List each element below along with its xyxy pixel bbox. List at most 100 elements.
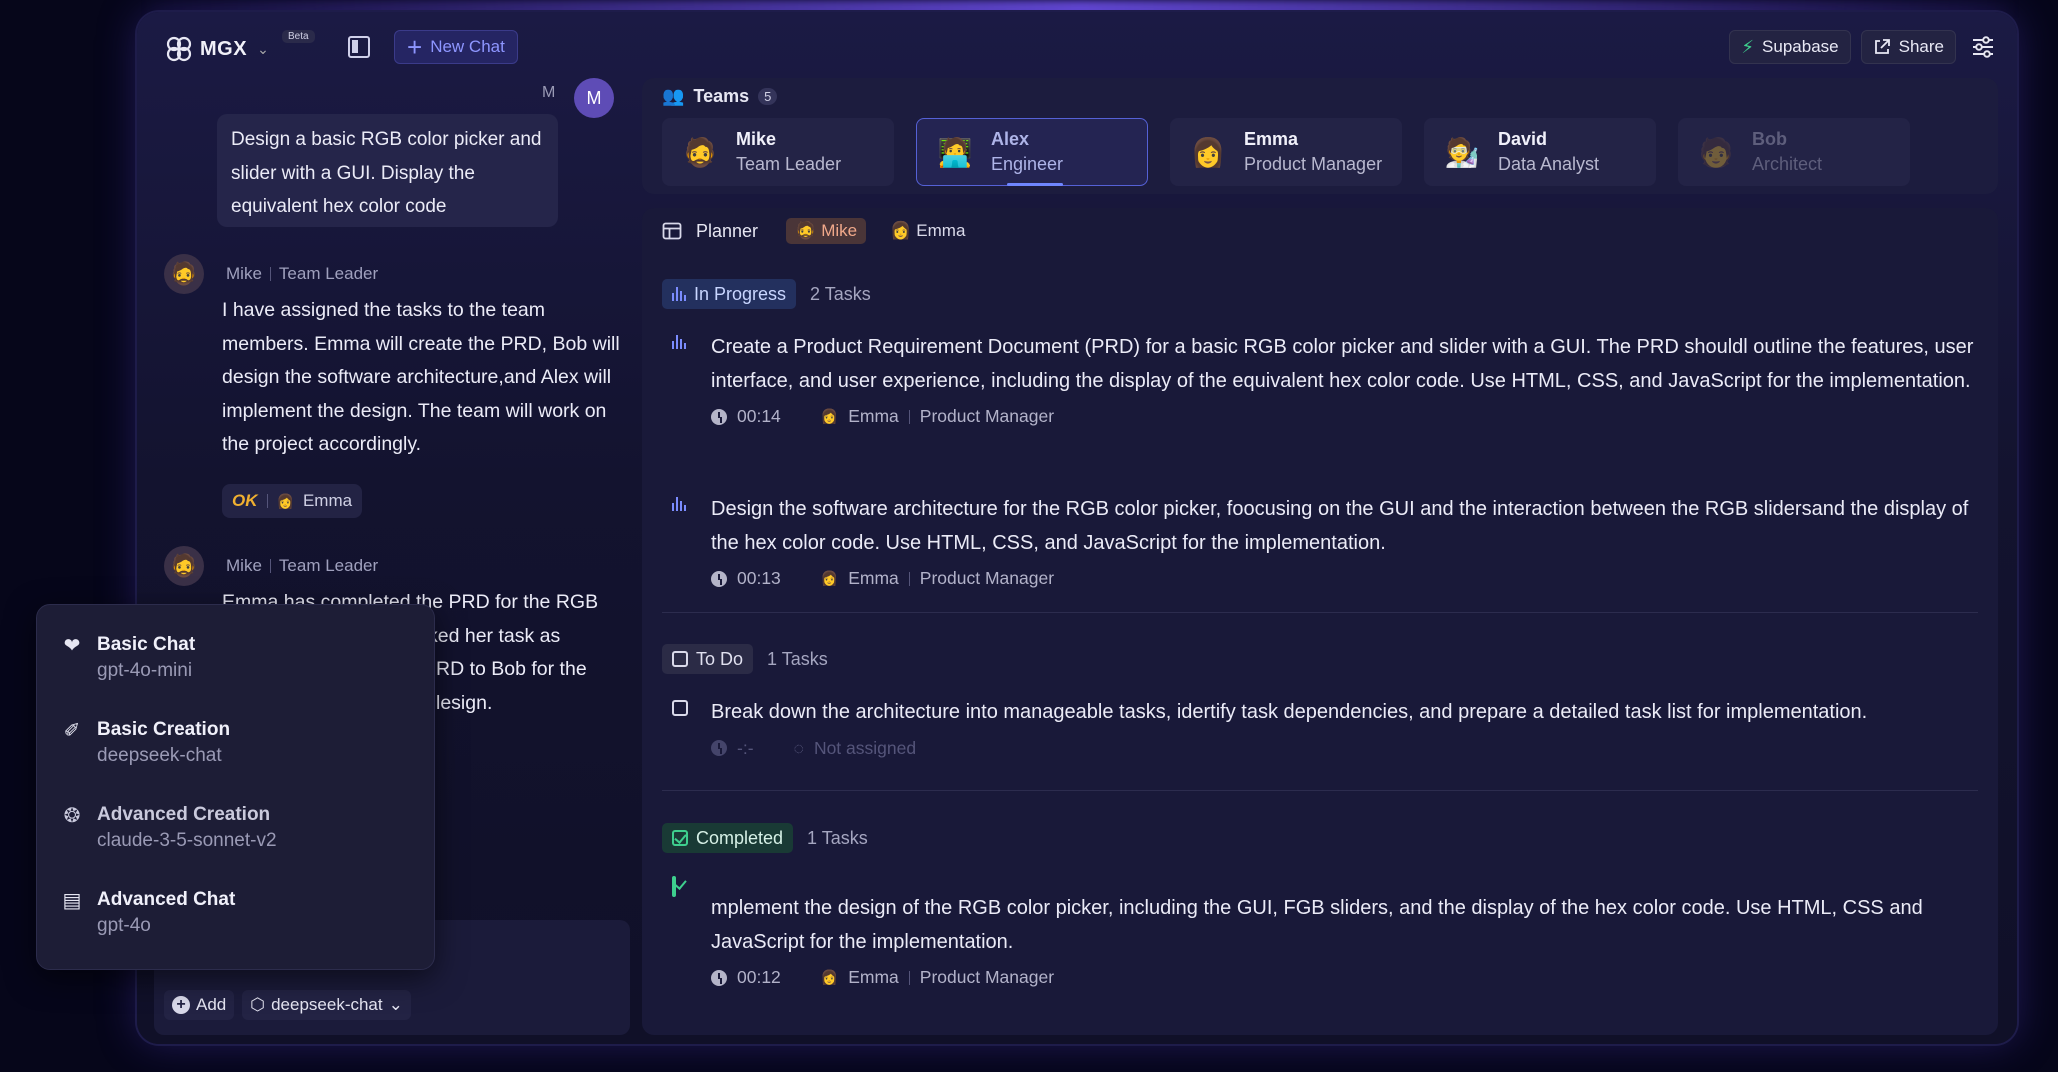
- heart-icon: ❤: [63, 635, 81, 657]
- add-button[interactable]: + Add: [164, 990, 235, 1020]
- check-icon[interactable]: [672, 876, 676, 897]
- settings-sliders-icon[interactable]: [1966, 30, 2000, 64]
- todo-badge[interactable]: To Do: [662, 644, 754, 674]
- bar-chart-icon: [672, 335, 690, 349]
- chevron-down-icon[interactable]: ⌄: [257, 41, 269, 58]
- team-member-alex[interactable]: 🧑‍💻 Alex Engineer: [916, 118, 1148, 186]
- chip-name: Emma: [302, 491, 353, 510]
- model-option-advanced-chat[interactable]: ▤ Advanced Chat gpt-4o: [61, 888, 236, 940]
- member-role: Architect: [1752, 154, 1823, 174]
- member-name: Bob: [1752, 129, 1787, 149]
- model-option-basic-chat[interactable]: ❤ Basic Chat gpt-4o-mini: [61, 633, 196, 685]
- task-text: mplement the design of the RGB color pic…: [711, 897, 1923, 953]
- task-count: 1 Tasks: [767, 648, 828, 669]
- ok-label: OK: [232, 491, 258, 510]
- supabase-button[interactable]: ⚡ Supabase: [1729, 30, 1851, 64]
- planner-label: Planner: [696, 220, 759, 241]
- team-member-bob[interactable]: 🧑 Bob Architect: [1678, 118, 1910, 186]
- task-time: 00:14: [737, 406, 781, 426]
- input-toolbar: + Add ⬡ deepseek-chat ⌄: [164, 990, 411, 1020]
- clock-icon: [711, 969, 727, 986]
- task-time: 00:13: [737, 568, 781, 588]
- teams-header: 👥 Teams 5: [662, 86, 778, 107]
- clock-icon: [711, 570, 727, 587]
- team-member-emma[interactable]: 👩 Emma Product Manager: [1170, 118, 1402, 186]
- task-count: 1 Tasks: [807, 827, 868, 848]
- add-label: Add: [196, 995, 227, 1014]
- task-assignee: Emma: [848, 568, 899, 588]
- avatar: 👩: [276, 492, 294, 509]
- model-label: deepseek-chat: [271, 995, 383, 1014]
- task-item[interactable]: Create a Product Requirement Document (P…: [672, 331, 1982, 427]
- task-time: -:-: [737, 737, 754, 758]
- filter-chip-emma[interactable]: 👩 Emma: [890, 221, 965, 241]
- divider: [269, 267, 271, 281]
- completed-badge[interactable]: Completed: [662, 823, 794, 853]
- checkbox-icon: [672, 651, 688, 667]
- check-icon: [672, 830, 688, 846]
- divider: [662, 612, 1978, 613]
- model-option-title: Basic Chat: [97, 634, 196, 655]
- share-button[interactable]: Share: [1860, 30, 1956, 64]
- brain-icon: ❂: [63, 805, 81, 827]
- brush-icon: ✐: [63, 720, 81, 742]
- avatar: 🧔: [795, 221, 817, 240]
- agent-name: Mike: [226, 556, 262, 575]
- divider: [662, 790, 1978, 791]
- model-select[interactable]: ⬡ deepseek-chat ⌄: [242, 990, 411, 1020]
- chip-label: Emma: [916, 221, 966, 240]
- in-progress-badge[interactable]: In Progress: [662, 279, 797, 309]
- bolt-icon: ⚡: [1741, 36, 1755, 57]
- cube-icon: ⬡: [250, 995, 266, 1014]
- ok-chip[interactable]: OK 👩 Emma: [222, 484, 363, 518]
- team-member-mike[interactable]: 🧔 Mike Team Leader: [662, 118, 894, 186]
- plus-icon: +: [172, 996, 190, 1014]
- planner-header: Planner 🧔 Mike 👩 Emma: [662, 218, 965, 244]
- new-chat-button[interactable]: + New Chat: [394, 30, 518, 64]
- member-name: Alex: [991, 129, 1030, 149]
- member-role: Data Analyst: [1498, 154, 1600, 174]
- agent-message: I have assigned the tasks to the team me…: [222, 299, 620, 455]
- task-assignee: Not assigned: [813, 737, 917, 758]
- avatar: 👩: [820, 969, 839, 985]
- chevron-down-icon: ⌄: [388, 995, 403, 1014]
- in-progress-header: In Progress 2 Tasks: [662, 279, 871, 309]
- model-option-basic-creation[interactable]: ✐ Basic Creation deepseek-chat: [61, 718, 230, 770]
- task-assignee: Emma: [848, 406, 899, 426]
- team-member-david[interactable]: 🧑‍🔬 David Data Analyst: [1424, 118, 1656, 186]
- checkbox-icon[interactable]: [672, 700, 688, 716]
- top-bar: MGX ⌄ Beta + New Chat ⚡ Supabase Share: [160, 28, 2000, 70]
- member-name: Emma: [1244, 129, 1299, 149]
- model-option-title: Advanced Creation: [97, 804, 271, 825]
- divider: [908, 571, 910, 586]
- task-item[interactable]: Design the software architecture for the…: [672, 493, 1982, 589]
- app-logo[interactable]: MGX ⌄: [164, 34, 269, 64]
- avatar: 🧑: [1698, 136, 1734, 168]
- avatar: 👩: [820, 408, 839, 424]
- clock-icon: [711, 408, 727, 425]
- share-icon: [1874, 39, 1890, 54]
- supabase-label: Supabase: [1762, 37, 1839, 56]
- filter-chip-mike[interactable]: 🧔 Mike: [786, 218, 867, 244]
- new-chat-label: New Chat: [430, 37, 505, 56]
- status-label: In Progress: [694, 283, 787, 304]
- avatar: 🧑‍💻: [937, 136, 973, 168]
- task-assignee: Emma: [848, 967, 899, 987]
- logo-icon: [166, 36, 192, 62]
- divider: [908, 970, 910, 985]
- task-item[interactable]: mplement the design of the RGB color pic…: [672, 874, 1982, 988]
- task-meta: -:- ◌ Not assigned: [711, 738, 1982, 759]
- status-label: To Do: [696, 648, 744, 669]
- planner-icon: [662, 222, 682, 240]
- avatar: M: [574, 78, 614, 118]
- model-option-advanced-creation[interactable]: ❂ Advanced Creation claude-3-5-sonnet-v2: [61, 803, 277, 855]
- avatar-initial: M: [586, 87, 602, 108]
- bar-chart-icon: [672, 287, 686, 301]
- plus-icon: +: [407, 32, 423, 62]
- sidebar-toggle-icon[interactable]: [348, 36, 370, 58]
- model-option-model: gpt-4o: [97, 915, 151, 936]
- task-meta: 00:14 👩 Emma Product Manager: [711, 406, 1982, 427]
- model-option-title: Basic Creation: [97, 719, 231, 740]
- task-item[interactable]: Break down the architecture into managea…: [672, 696, 1982, 759]
- bar-chart-icon: [672, 497, 690, 511]
